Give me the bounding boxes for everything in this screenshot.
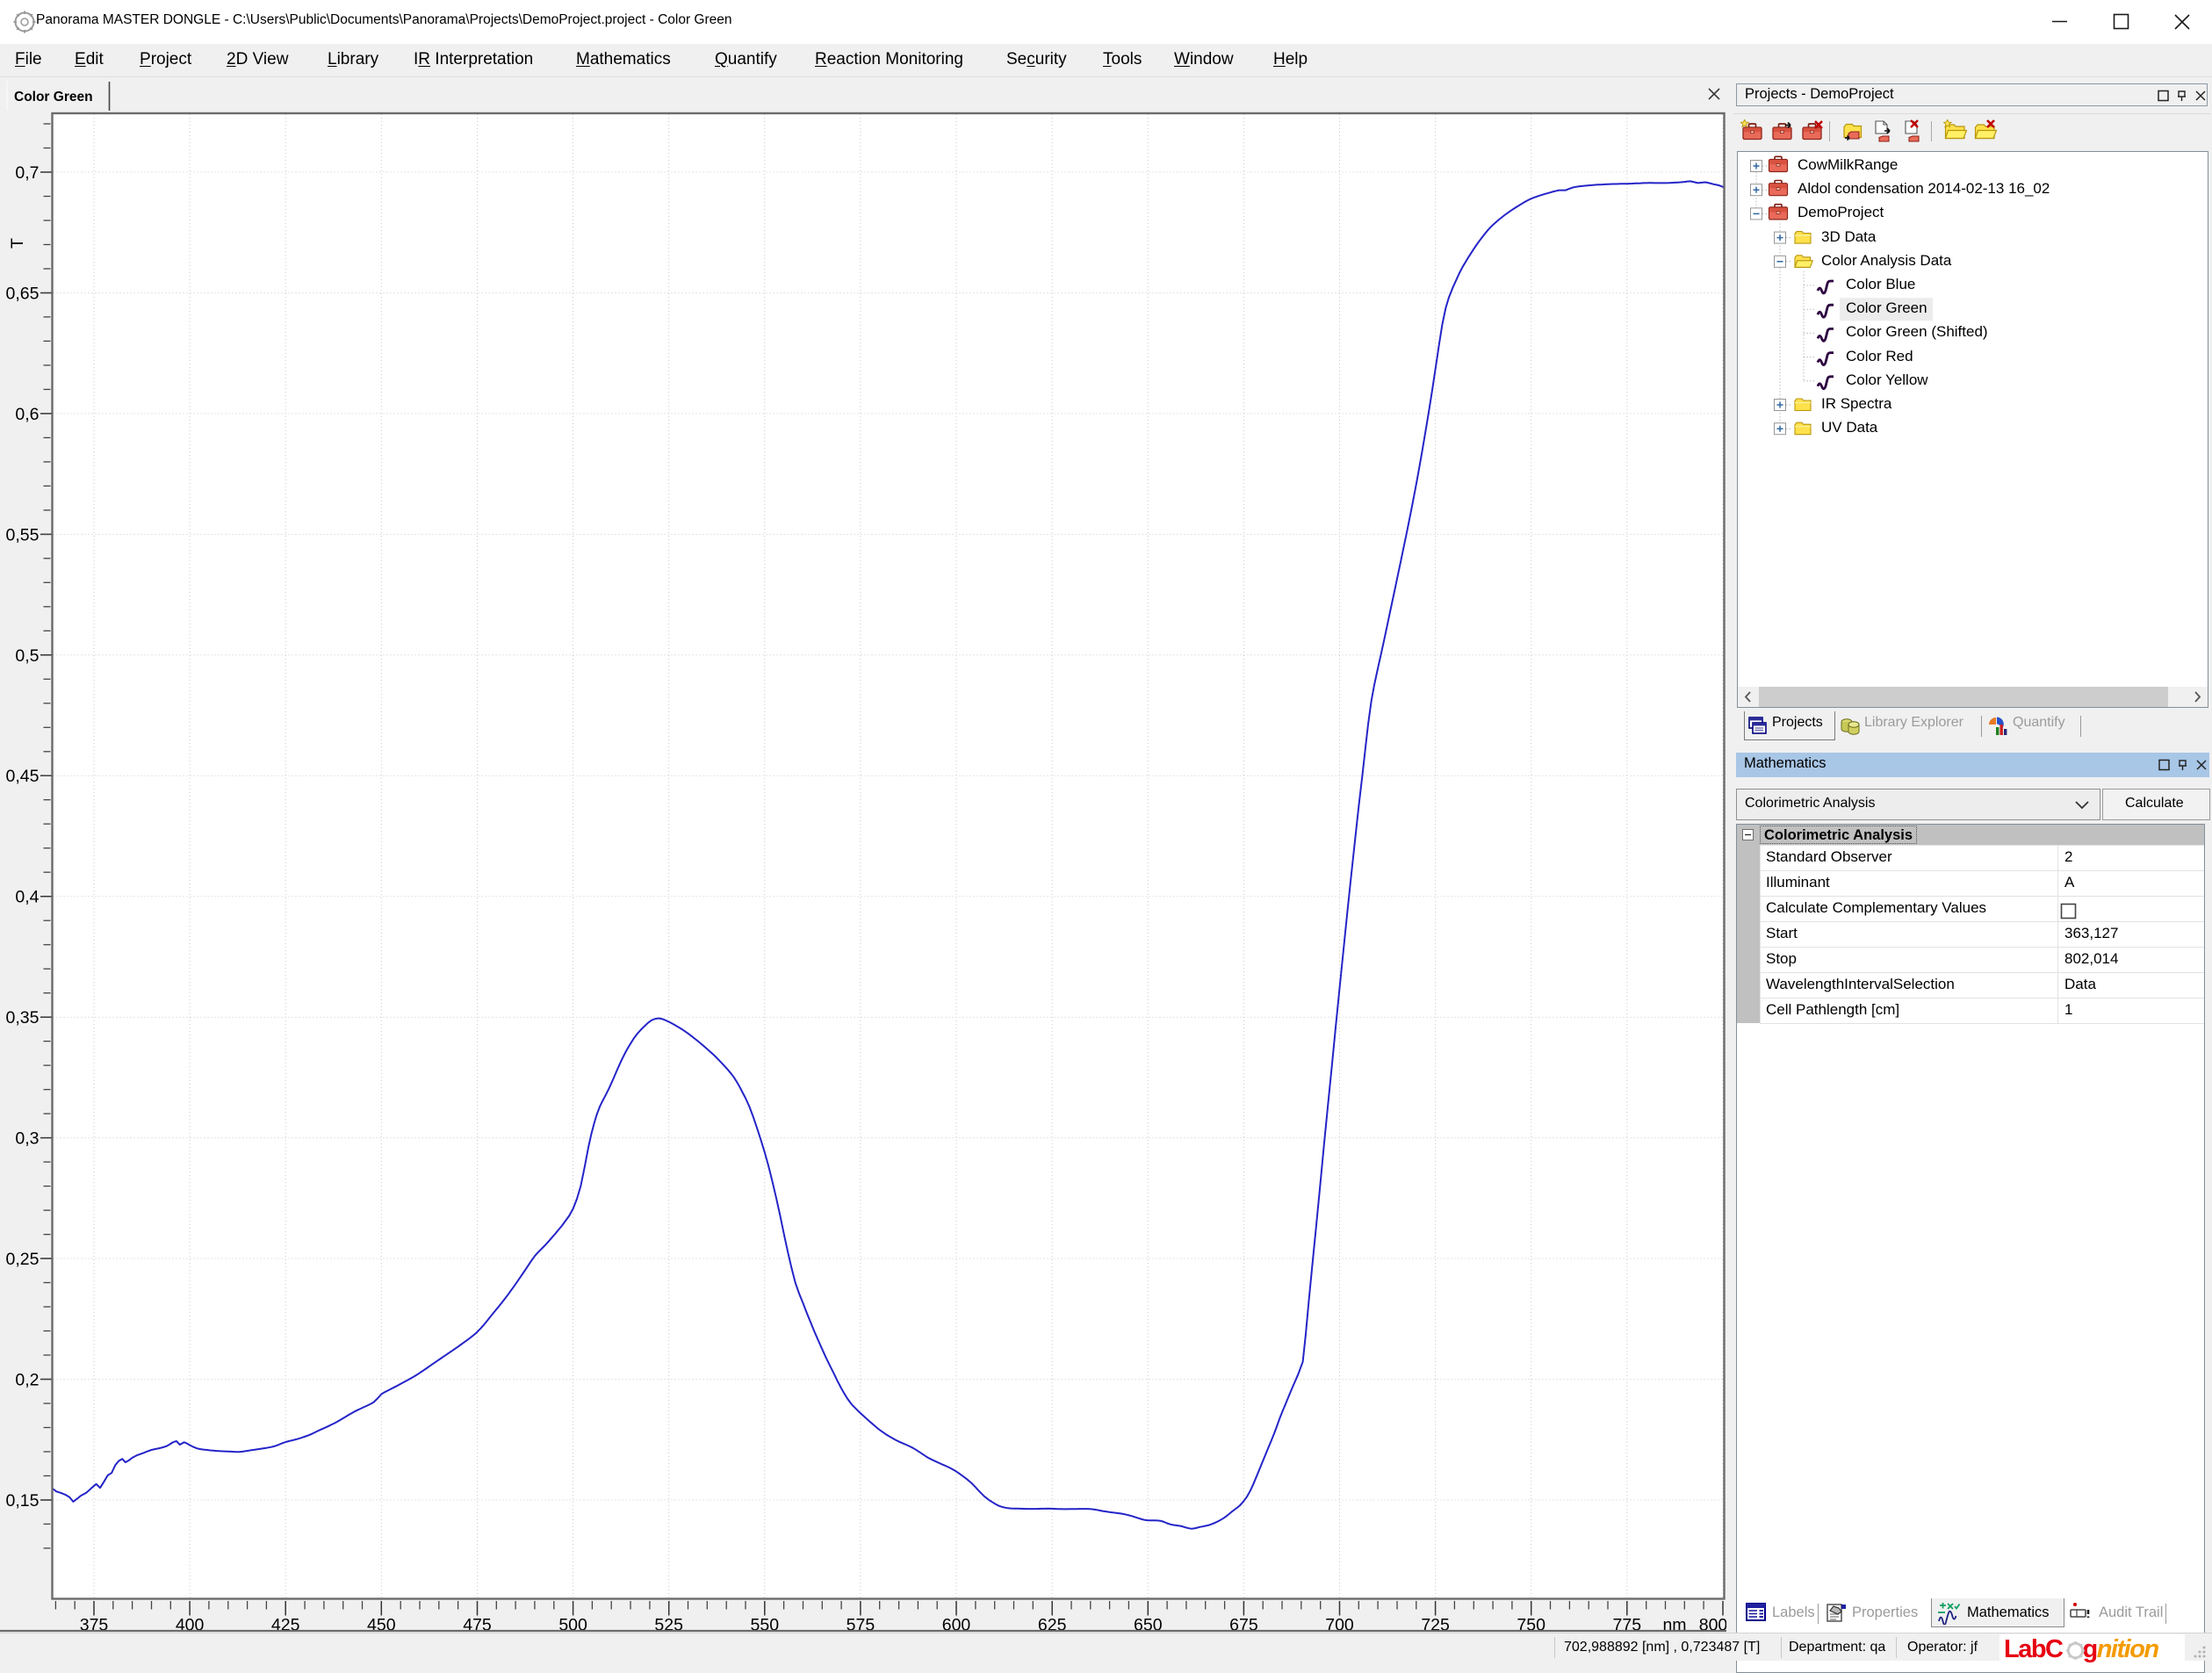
svg-text:0,35: 0,35 (6, 1008, 40, 1028)
svg-text:0,45: 0,45 (6, 767, 40, 786)
svg-text:0,3: 0,3 (15, 1129, 39, 1149)
svg-text:0,25: 0,25 (6, 1250, 40, 1269)
svg-text:0,6: 0,6 (15, 405, 39, 424)
svg-text:0,2: 0,2 (15, 1371, 39, 1390)
svg-text:0,4: 0,4 (15, 888, 39, 907)
svg-text:0,55: 0,55 (6, 525, 40, 544)
svg-text:0,5: 0,5 (15, 646, 39, 666)
svg-text:0,65: 0,65 (6, 285, 40, 304)
svg-text:0,15: 0,15 (6, 1491, 40, 1511)
svg-text:0,7: 0,7 (15, 163, 39, 183)
svg-text:Color Green: Color Green (14, 90, 93, 105)
svg-text:T: T (8, 238, 27, 249)
